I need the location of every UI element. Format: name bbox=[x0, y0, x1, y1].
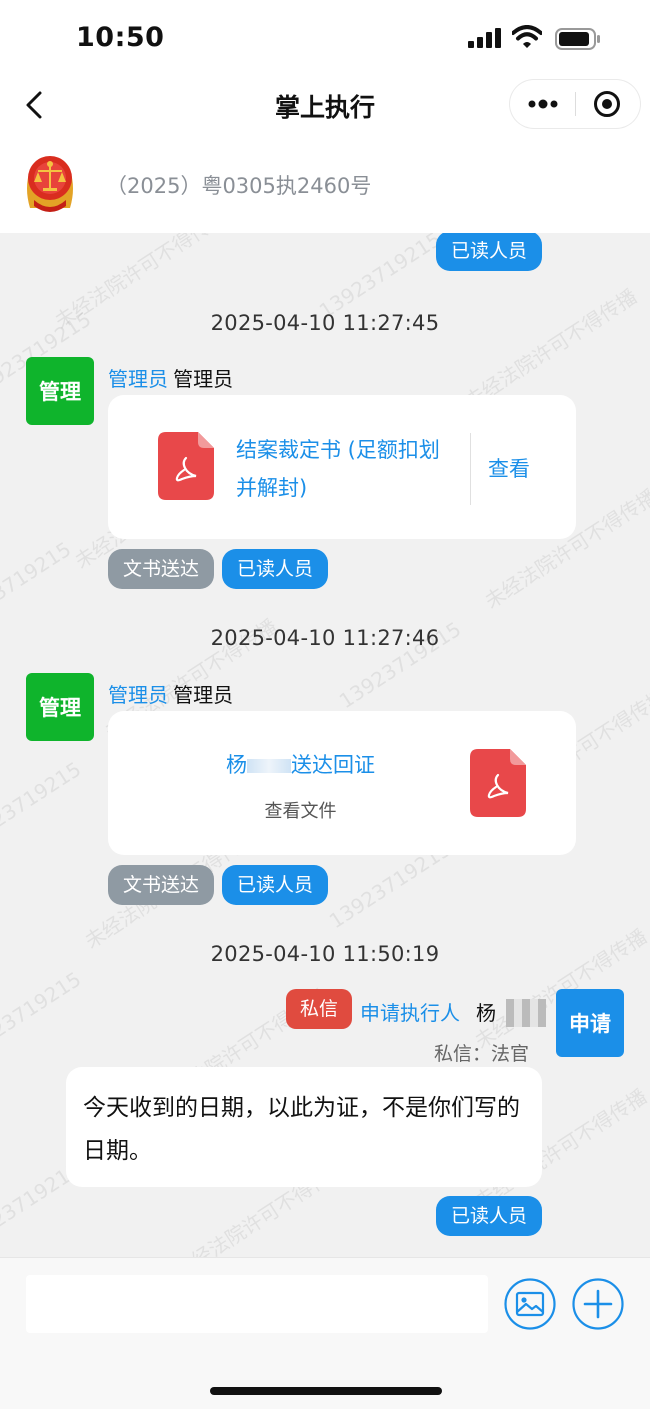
view-button[interactable]: 查看 bbox=[488, 453, 530, 483]
battery-icon bbox=[555, 28, 600, 50]
watermark-phone: 13923719215 bbox=[314, 233, 446, 324]
more-icon[interactable] bbox=[528, 93, 558, 115]
message-bubble: 今天收到的日期，以此为证，不是你们写的日期。 bbox=[66, 1067, 542, 1187]
capsule-divider bbox=[575, 92, 576, 116]
view-file-link[interactable]: 查看文件 bbox=[108, 797, 493, 823]
plus-icon[interactable] bbox=[572, 1278, 624, 1330]
document-delivery-tag: 文书送达 bbox=[108, 865, 214, 905]
watermark-phone: 13923719215 bbox=[0, 536, 76, 634]
sender-role: 管理员 bbox=[108, 683, 168, 707]
sender-name: 管理员 bbox=[173, 683, 234, 707]
signal-icon bbox=[468, 28, 501, 48]
read-users-button[interactable]: 已读人员 bbox=[436, 1196, 542, 1236]
court-emblem-icon bbox=[27, 156, 73, 212]
avatar[interactable]: 管理 bbox=[26, 673, 94, 741]
watermark-phone: 13923719215 bbox=[0, 966, 86, 1064]
read-users-button[interactable]: 已读人员 bbox=[436, 233, 542, 271]
watermark-phone: 13923719215 bbox=[0, 756, 86, 854]
sender-role: 申请执行人 bbox=[360, 1001, 460, 1025]
sender-line: 管理员 管理员 bbox=[108, 363, 233, 392]
sender-role: 管理员 bbox=[108, 367, 168, 391]
message-timestamp: 2025-04-10 11:27:45 bbox=[210, 311, 440, 335]
document-delivery-tag: 文书送达 bbox=[108, 549, 214, 589]
message-timestamp: 2025-04-10 11:27:46 bbox=[210, 626, 440, 650]
private-recipient: 私信：法官 bbox=[434, 1043, 530, 1065]
document-card[interactable]: 杨 送达回证 查看文件 bbox=[108, 711, 576, 855]
avatar[interactable]: 管理 bbox=[26, 357, 94, 425]
pdf-icon bbox=[470, 749, 526, 817]
home-indicator bbox=[210, 1387, 442, 1395]
pdf-icon bbox=[158, 432, 214, 500]
avatar[interactable]: 申请 bbox=[556, 989, 624, 1057]
document-title: 结案裁定书 (足额扣划并解封) bbox=[236, 438, 440, 500]
chat-area[interactable]: 未经法院许可不得传播 13923719215 13923719215 未经法院许… bbox=[0, 233, 650, 1257]
read-users-button[interactable]: 已读人员 bbox=[222, 549, 328, 589]
case-number: （2025）粤0305执2460号 bbox=[106, 174, 372, 198]
wifi-icon bbox=[512, 25, 542, 48]
message-timestamp: 2025-04-10 11:50:19 bbox=[210, 942, 440, 966]
redacted-name bbox=[247, 759, 291, 773]
sender-name: 管理员 bbox=[173, 367, 234, 391]
private-message-badge: 私信 bbox=[286, 989, 352, 1029]
target-icon[interactable] bbox=[593, 90, 621, 118]
message-input[interactable] bbox=[26, 1275, 488, 1333]
card-divider bbox=[470, 433, 471, 505]
document-title-rest: 送达回证 bbox=[291, 753, 375, 777]
document-card[interactable]: 结案裁定书 (足额扣划并解封) 查看 bbox=[108, 395, 576, 539]
status-time: 10:50 bbox=[76, 22, 165, 53]
redacted-name bbox=[506, 999, 546, 1027]
document-title: 杨 送达回证 bbox=[108, 749, 493, 779]
sender-name: 杨 bbox=[476, 1001, 496, 1025]
read-users-button[interactable]: 已读人员 bbox=[222, 865, 328, 905]
document-title-name: 杨 bbox=[226, 753, 247, 777]
image-icon[interactable] bbox=[504, 1278, 556, 1330]
sender-line: 管理员 管理员 bbox=[108, 679, 233, 708]
